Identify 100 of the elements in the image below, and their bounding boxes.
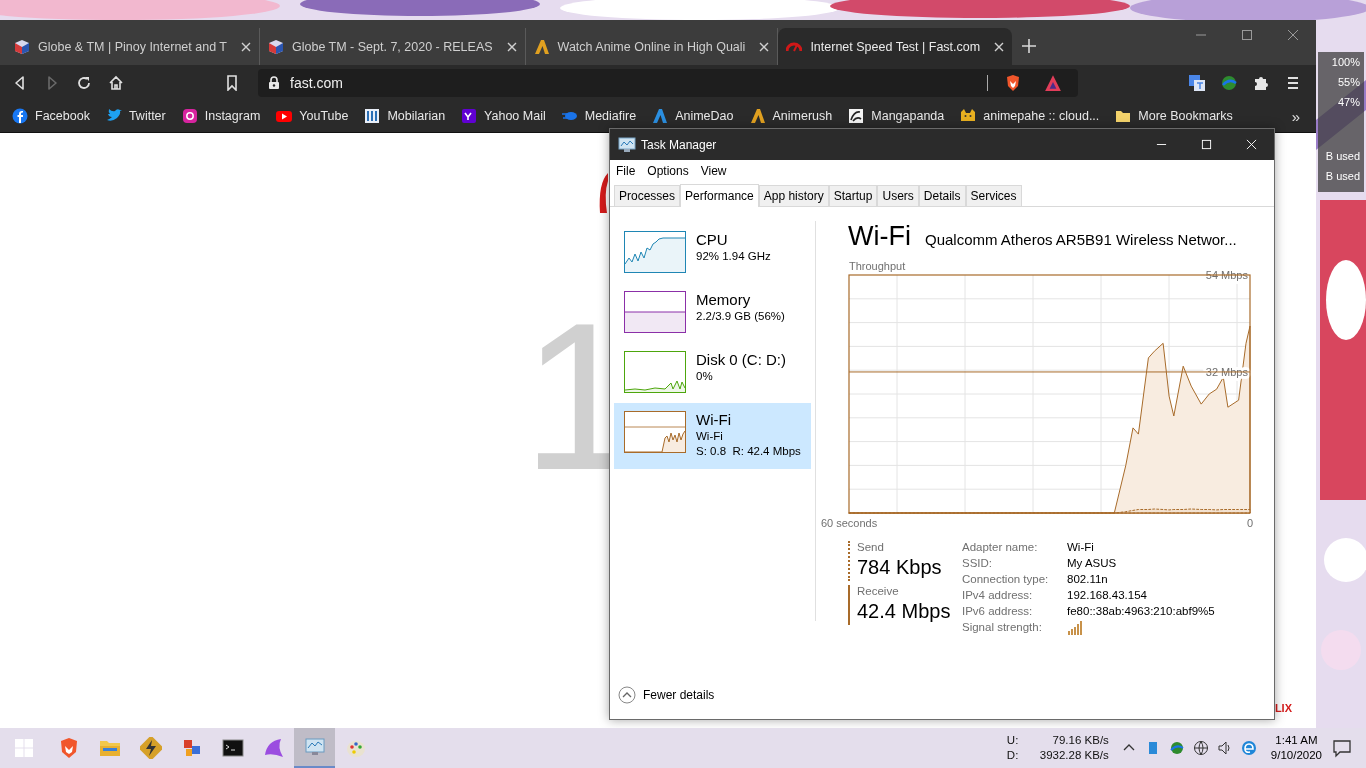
tab[interactable]: Processes <box>614 185 681 206</box>
upload-label: U: <box>1006 733 1020 748</box>
plus-icon[interactable] <box>1022 39 1037 53</box>
notification-icon[interactable] <box>1332 738 1352 758</box>
property-value: 192.168.43.154 <box>1067 589 1148 601</box>
resource-reading: 0% <box>696 369 714 384</box>
property-label: Adapter name: <box>962 541 1039 553</box>
tab[interactable]: Users <box>877 185 919 206</box>
bookmark-link[interactable]: Mobilarian <box>364 108 446 124</box>
reload-icon[interactable] <box>76 74 92 91</box>
tab[interactable]: Performance <box>680 184 759 207</box>
a-logo-icon <box>533 38 550 55</box>
terminal-icon <box>221 737 244 759</box>
gauge-reading: 100% <box>1331 55 1360 70</box>
resource-reading: 2.2/3.9 GB (56%) <box>696 309 785 324</box>
camera-icon <box>181 108 198 124</box>
resource-item[interactable]: CPU 92% 1.94 GHz <box>614 223 811 283</box>
tab[interactable]: Startup <box>828 185 878 206</box>
stat-value: 42.4 Mbps <box>857 599 952 624</box>
translate-icon[interactable] <box>1188 73 1206 92</box>
gauge-reading: 55% <box>1337 75 1360 90</box>
globe-icon[interactable] <box>1220 73 1238 92</box>
y-logo-icon <box>461 108 478 124</box>
sparkline-graph <box>624 291 686 333</box>
bookmark-link[interactable]: Facebook <box>12 108 90 124</box>
resource-item[interactable]: Disk 0 (C: D:) 0% <box>614 343 811 403</box>
resource-name: Disk 0 (C: D:) <box>696 351 786 369</box>
fewer-details-button[interactable]: Fewer details <box>618 686 715 704</box>
bookmark-link[interactable]: Mediafire <box>561 108 637 124</box>
property-label: IPv4 address: <box>962 589 1034 601</box>
cube-icon <box>268 38 284 55</box>
resource-name: Wi-Fi <box>696 411 732 429</box>
sparkline-graph <box>624 231 686 273</box>
chart-title: Throughput <box>849 260 906 272</box>
tab[interactable]: Services <box>965 185 1022 206</box>
bookmark-link[interactable]: More Bookmarks <box>1115 108 1233 124</box>
stat-value: 784 Kbps <box>857 555 943 580</box>
f-logo-icon <box>12 108 28 124</box>
address-bar[interactable]: fast.com <box>258 68 1078 97</box>
lock-icon <box>268 75 280 90</box>
resource-item[interactable]: Memory 2.2/3.9 GB (56%) <box>614 283 811 343</box>
upload-speed: 79.16 KB/s <box>1051 733 1109 748</box>
taskbar-monitor-button[interactable] <box>294 728 335 768</box>
cube-icon <box>14 38 30 55</box>
overflow-chevron[interactable]: » <box>1291 107 1300 125</box>
close-icon[interactable] <box>241 41 251 52</box>
clock-date[interactable]: 9/10/2020 <box>1270 748 1322 763</box>
bookmark-icon[interactable] <box>224 74 240 91</box>
resource-name: CPU <box>696 231 729 249</box>
menu-item[interactable]: File <box>616 164 636 178</box>
bolt-icon <box>139 737 162 759</box>
adapter-name: Qualcomm Atheros AR5B91 Wireless Networ... <box>924 231 1237 248</box>
bookmark-link[interactable]: Twitter <box>105 108 166 124</box>
resource-reading: Wi-Fi <box>696 429 724 444</box>
window-title: Task Manager <box>641 137 717 152</box>
axis-label: 0 <box>1246 517 1254 529</box>
download-label: D: <box>1006 748 1020 763</box>
close-icon[interactable] <box>506 41 517 52</box>
axis-label: 60 seconds <box>820 517 878 529</box>
property-label: IPv6 address: <box>962 605 1034 617</box>
bookmark-link[interactable]: Animerush <box>749 108 833 124</box>
bars-icon <box>364 108 381 124</box>
property-value: My ASUS <box>1067 557 1118 569</box>
cat-icon <box>960 108 977 124</box>
monitor-icon <box>303 736 326 758</box>
lion-icon[interactable] <box>1004 73 1022 92</box>
property-label: SSID: <box>962 557 994 569</box>
close-icon[interactable] <box>994 41 1005 52</box>
menu-item[interactable]: View <box>700 164 727 178</box>
sketch-icon <box>848 108 865 124</box>
bookmark-link[interactable]: AnimeDao <box>652 108 734 124</box>
network-icon[interactable] <box>1192 740 1209 756</box>
folder-icon <box>1115 108 1132 124</box>
tab[interactable]: App history <box>758 185 829 206</box>
resource-reading: S: 0.8 R: 42.4 Mbps <box>696 444 801 459</box>
home-icon[interactable] <box>108 74 124 91</box>
usage-reading: B used <box>1325 149 1360 164</box>
bookmark-link[interactable]: YouTube <box>276 108 349 124</box>
download-speed: 3932.28 KB/s <box>1038 748 1109 763</box>
volume-icon[interactable] <box>1216 740 1233 756</box>
globe-icon[interactable] <box>1168 740 1185 756</box>
clock-time[interactable]: 1:41 AM <box>1275 733 1318 748</box>
a-logo-icon <box>749 108 766 124</box>
bookmark-link[interactable]: Instagram <box>181 108 261 124</box>
close-icon[interactable] <box>759 41 770 52</box>
property-value: Wi-Fi <box>1067 541 1095 553</box>
resource-name: Memory <box>696 291 752 309</box>
panel-title: Wi-Fi <box>848 221 911 252</box>
browser-tab[interactable]: Internet Speed Test | Fast.com <box>778 28 1013 65</box>
tab[interactable]: Details <box>918 185 966 206</box>
menu-item[interactable]: Options <box>647 164 689 178</box>
triangle-icon[interactable] <box>1044 73 1062 92</box>
property-value: 802.11n <box>1067 573 1109 585</box>
bookmark-link[interactable]: animepahe :: cloud... <box>960 108 1100 124</box>
bird-icon <box>105 108 122 124</box>
signal-bars-icon <box>1067 621 1083 635</box>
browser-icon[interactable] <box>1240 740 1257 756</box>
resource-item[interactable]: Wi-Fi Wi-Fi S: 0.8 R: 42.4 Mbps <box>614 403 811 469</box>
bookmark-link[interactable]: Yahoo Mail <box>461 108 546 124</box>
bookmark-link[interactable]: Mangapanda <box>848 108 945 124</box>
